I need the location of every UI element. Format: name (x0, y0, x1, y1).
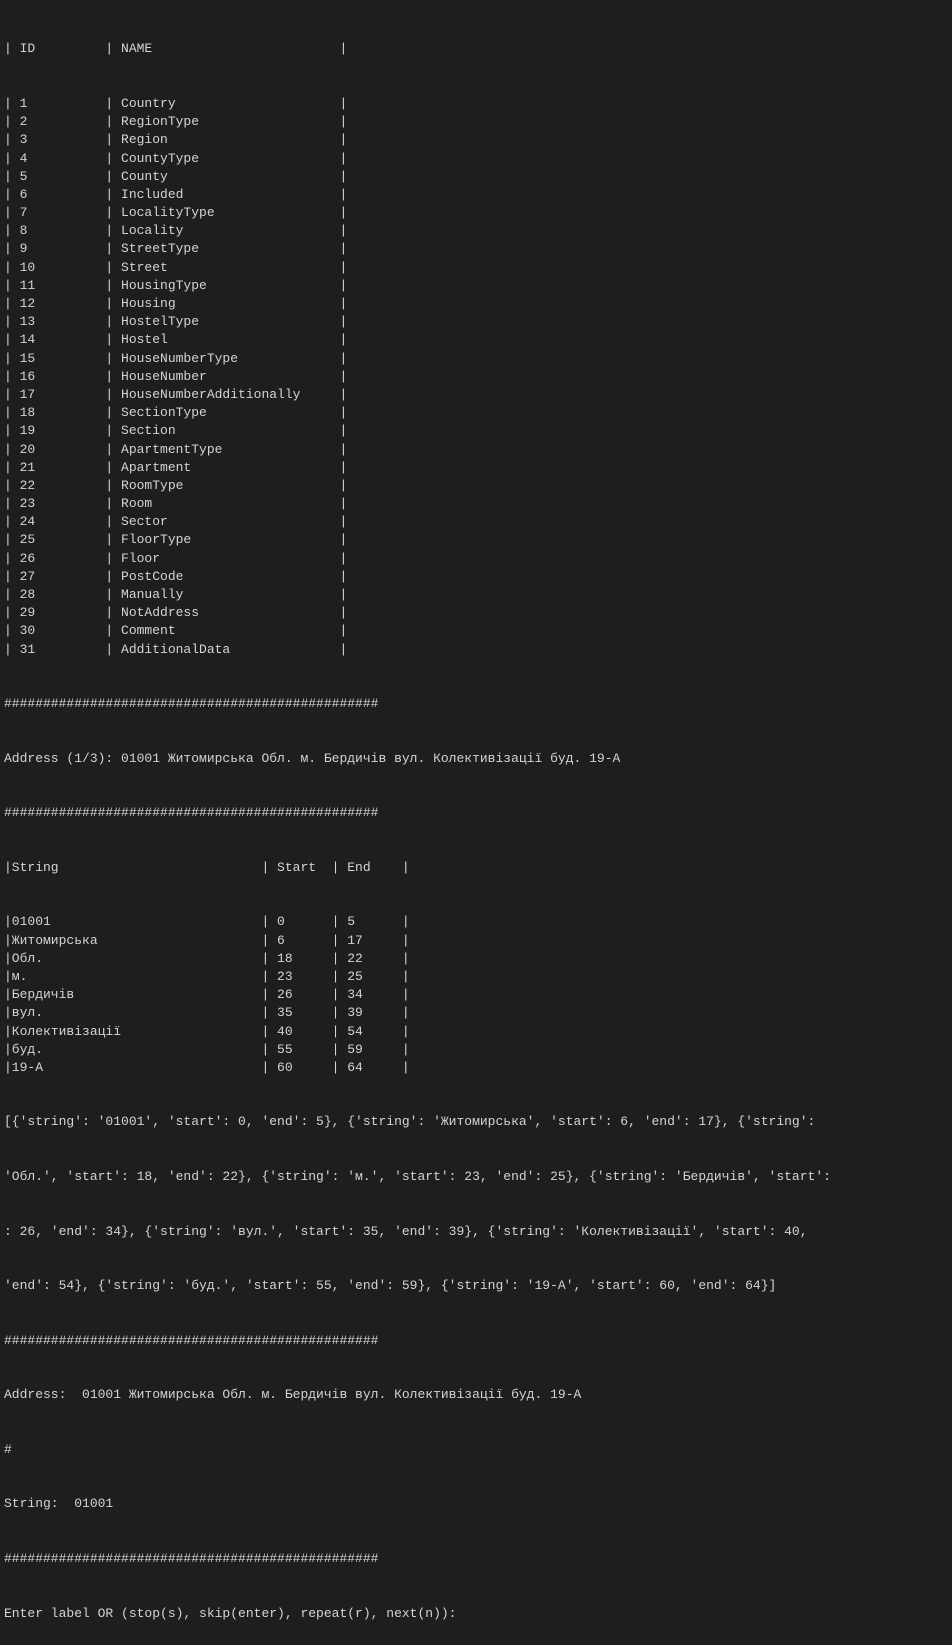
table-row: | 15 | HouseNumberType | (4, 350, 948, 368)
string-table-row: |01001 | 0 | 5 | (4, 913, 948, 931)
table-row: | 8 | Locality | (4, 222, 948, 240)
table-row: | 29 | NotAddress | (4, 604, 948, 622)
separator-4: ########################################… (4, 1550, 948, 1568)
table-row: | 27 | PostCode | (4, 568, 948, 586)
separator-3: ########################################… (4, 1332, 948, 1350)
table-row: | 31 | AdditionalData | (4, 641, 948, 659)
table-row: | 21 | Apartment | (4, 459, 948, 477)
table-row: | 5 | County | (4, 168, 948, 186)
string-table-row: |Колективізації | 40 | 54 | (4, 1023, 948, 1041)
table-row: | 25 | FloorType | (4, 531, 948, 549)
json-line-3: : 26, 'end': 34}, {'string': 'вул.', 'st… (4, 1223, 948, 1241)
json-line-4: 'end': 54}, {'string': 'буд.', 'start': … (4, 1277, 948, 1295)
table-row: | 9 | StreetType | (4, 240, 948, 258)
hash-line: # (4, 1441, 948, 1459)
table-rows: | 1 | Country || 2 | RegionType || 3 | R… (4, 95, 948, 659)
string-table-row: |Житомирська | 6 | 17 | (4, 932, 948, 950)
table-row: | 10 | Street | (4, 259, 948, 277)
table-row: | 23 | Room | (4, 495, 948, 513)
address-line-1: Address (1/3): 01001 Житомирська Обл. м.… (4, 750, 948, 768)
string-table-row: |буд. | 55 | 59 | (4, 1041, 948, 1059)
table-row: | 19 | Section | (4, 422, 948, 440)
string-table-row: |19-А | 60 | 64 | (4, 1059, 948, 1077)
json-line-1: [{'string': '01001', 'start': 0, 'end': … (4, 1113, 948, 1131)
table-row: | 12 | Housing | (4, 295, 948, 313)
table-row: | 30 | Comment | (4, 622, 948, 640)
separator-1: ########################################… (4, 695, 948, 713)
table-row: | 26 | Floor | (4, 550, 948, 568)
separator-2: ########################################… (4, 804, 948, 822)
string-table-row: |м. | 23 | 25 | (4, 968, 948, 986)
string-result: String: 01001 (4, 1495, 948, 1513)
table-row: | 13 | HostelType | (4, 313, 948, 331)
address-result: Address: 01001 Житомирська Обл. м. Берди… (4, 1386, 948, 1404)
table-row: | 18 | SectionType | (4, 404, 948, 422)
table-row: | 17 | HouseNumberAdditionally | (4, 386, 948, 404)
string-table-row: |Обл. | 18 | 22 | (4, 950, 948, 968)
string-table-row: |Бердичів | 26 | 34 | (4, 986, 948, 1004)
table-row: | 20 | ApartmentType | (4, 441, 948, 459)
string-table-row: |вул. | 35 | 39 | (4, 1004, 948, 1022)
table-row: | 11 | HousingType | (4, 277, 948, 295)
table-row: | 7 | LocalityType | (4, 204, 948, 222)
table-row: | 1 | Country | (4, 95, 948, 113)
table-row: | 6 | Included | (4, 186, 948, 204)
table-row: | 4 | CountyType | (4, 150, 948, 168)
table-row: | 3 | Region | (4, 131, 948, 149)
table-row: | 22 | RoomType | (4, 477, 948, 495)
terminal-output: | ID | NAME | | 1 | Country || 2 | Regio… (4, 4, 948, 1641)
table-row: | 28 | Manually | (4, 586, 948, 604)
table-row: | 2 | RegionType | (4, 113, 948, 131)
string-rows: |01001 | 0 | 5 ||Житомирська | 6 | 17 ||… (4, 913, 948, 1077)
json-line-2: 'Обл.', 'start': 18, 'end': 22}, {'strin… (4, 1168, 948, 1186)
table-row: | 24 | Sector | (4, 513, 948, 531)
table-header: | ID | NAME | (4, 40, 948, 58)
prompt-line[interactable]: Enter label OR (stop(s), skip(enter), re… (4, 1605, 948, 1623)
table-row: | 14 | Hostel | (4, 331, 948, 349)
string-table-header: |String | Start | End | (4, 859, 948, 877)
table-row: | 16 | HouseNumber | (4, 368, 948, 386)
